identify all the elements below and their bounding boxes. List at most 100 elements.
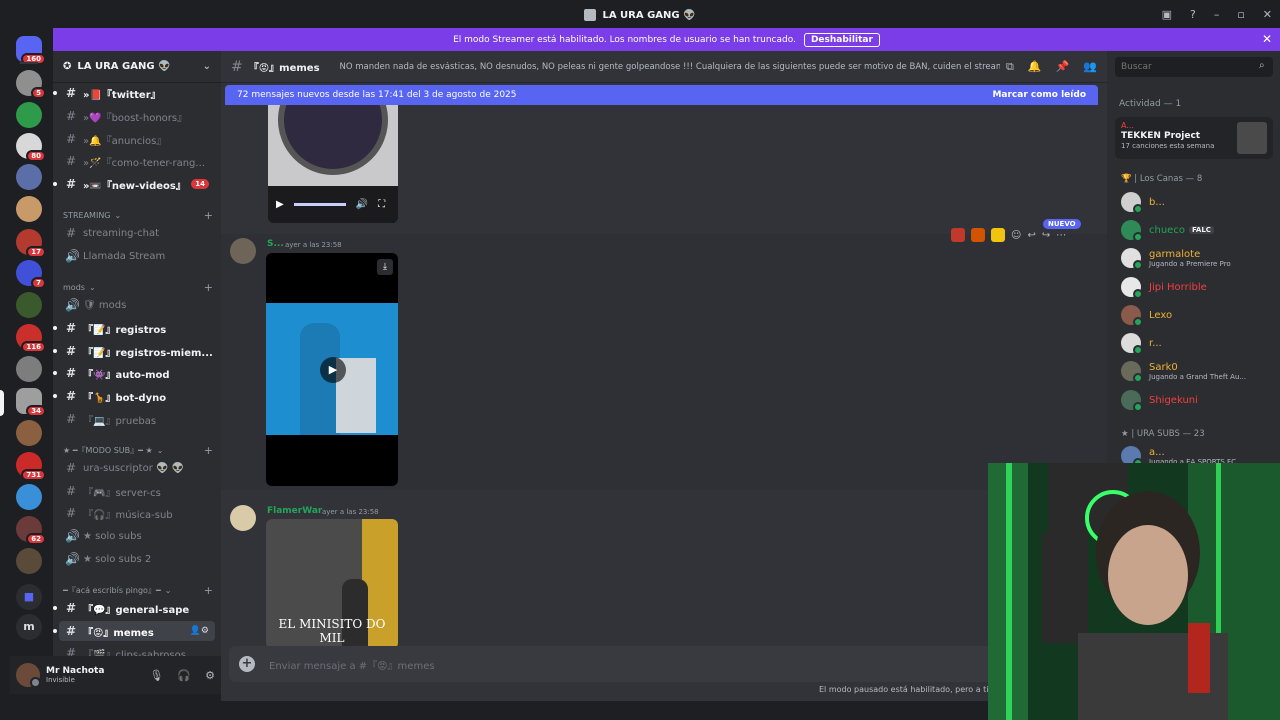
server-icon[interactable]	[16, 484, 42, 510]
invite-settings-icons[interactable]: 👤⚙	[190, 626, 209, 636]
channel-boost-honors[interactable]: # »💜『boost-honors』	[59, 106, 215, 126]
avatar[interactable]	[230, 238, 256, 264]
add-reaction-icon[interactable]: ☺	[1011, 230, 1021, 241]
folder-icon[interactable]: ■	[16, 584, 42, 610]
member-item[interactable]: chueco FALC	[1121, 218, 1271, 242]
member-list-icon[interactable]: 👥	[1083, 60, 1097, 74]
server-icon[interactable]	[16, 420, 42, 446]
server-icon[interactable]	[16, 102, 42, 128]
server-icon[interactable]: 80	[16, 133, 46, 162]
category-streaming[interactable]: STREAMING ⌄ +	[63, 209, 213, 222]
composer-placeholder[interactable]: Enviar mensaje a #『😡』memes	[269, 657, 435, 672]
channel-streaming-chat[interactable]: # streaming-chat	[59, 223, 215, 243]
add-channel-icon[interactable]: +	[204, 584, 213, 597]
play-icon[interactable]: ▶	[276, 199, 284, 210]
channel-registros[interactable]: # 『📝』registros	[53, 318, 215, 338]
server-icon[interactable]: 5	[16, 70, 46, 99]
message-author[interactable]: FlamerWar	[267, 506, 322, 516]
server-icon[interactable]	[16, 548, 42, 574]
category-aca-escribis[interactable]: ━『acá escribís pingo』━ ⌄ +	[63, 584, 213, 597]
channel-bot-dyno[interactable]: # 『🦒』bot-dyno	[53, 386, 215, 406]
video-attachment[interactable]: ⤓ ▶	[266, 253, 398, 486]
microphone-icon[interactable]: 🎙	[149, 669, 163, 682]
voice-channel-llamada[interactable]: 🔊 Llamada Stream	[59, 246, 215, 266]
mark-as-read-button[interactable]: Marcar como leído	[992, 90, 1086, 100]
avatar[interactable]	[230, 505, 256, 531]
category-modo-sub[interactable]: ★ ━『MODO SUB』━ ★ ⌄ +	[63, 444, 213, 457]
channel-memes[interactable]: # 『😡』memes 👤⚙	[53, 621, 215, 641]
member-item[interactable]: Lexo	[1121, 303, 1271, 327]
video-attachment[interactable]: ▶ 🔊 ⛶	[268, 105, 398, 223]
search-input[interactable]	[1115, 57, 1273, 77]
download-icon[interactable]: ⤓	[377, 259, 393, 275]
reaction-emoji[interactable]	[971, 228, 985, 242]
server-icon[interactable]	[16, 292, 42, 318]
help-icon[interactable]: ?	[1190, 8, 1196, 21]
channel-ura-suscriptor[interactable]: # ura-suscriptor 👽 👽	[59, 458, 215, 478]
server-icon[interactable]: 34	[16, 388, 46, 417]
threads-icon[interactable]: ⧉	[1006, 60, 1014, 74]
member-item[interactable]: Jipi Horrible	[1121, 275, 1271, 299]
more-icon[interactable]: ⋯	[1056, 230, 1066, 241]
channel-topic[interactable]: NO manden nada de esvásticas, NO desnudo…	[340, 62, 1000, 72]
member-item[interactable]: garmalote Jugando a Premiere Pro	[1121, 246, 1271, 270]
channel-pruebas[interactable]: # 『💻』pruebas	[59, 409, 215, 429]
member-item[interactable]: Sark0 Jugando a Grand Theft Au...	[1121, 359, 1271, 383]
server-header[interactable]: ✪ LA URA GANG 👽 ⌄	[53, 51, 221, 83]
voice-channel-mods[interactable]: 🔊 🛡 mods	[59, 295, 215, 315]
maximize-button[interactable]: ▫	[1237, 8, 1244, 21]
play-icon[interactable]: ▶	[320, 357, 346, 383]
inbox-icon[interactable]: ▣	[1162, 8, 1172, 21]
server-icon[interactable]: 116	[16, 324, 46, 353]
minimize-button[interactable]: –	[1214, 8, 1220, 21]
progress-bar[interactable]	[293, 203, 346, 206]
channel-twitter[interactable]: # »📕『twitter』	[53, 83, 215, 103]
channel-new-videos[interactable]: # »📼『new-videos』 14	[53, 174, 215, 194]
video-attachment[interactable]: EL MINISITO DO MIL	[266, 519, 398, 649]
voice-channel-solo-subs-2[interactable]: 🔊 ★ solo subs 2	[59, 549, 215, 569]
server-icon[interactable]	[16, 164, 42, 190]
voice-channel-solo-subs[interactable]: 🔊 ★ solo subs	[59, 526, 215, 546]
discord-home-icon[interactable]: 160	[16, 36, 46, 65]
volume-icon[interactable]: 🔊	[356, 199, 368, 210]
message-composer[interactable]: + Enviar mensaje a #『😡』memes 🎁	[229, 646, 1099, 682]
disable-streamer-button[interactable]: Deshabilitar	[803, 32, 880, 47]
server-letter-icon[interactable]: m	[16, 614, 42, 640]
headphones-icon[interactable]: 🎧	[177, 669, 191, 682]
channel-auto-mod[interactable]: # 『👾』auto-mod	[53, 363, 215, 383]
channel-como-tener-rango[interactable]: # »🪄『como-tener-rang...	[59, 151, 215, 171]
close-icon[interactable]: ✕	[1262, 32, 1272, 46]
add-attachment-icon[interactable]: +	[239, 656, 255, 672]
pin-icon[interactable]: 📌	[1056, 60, 1070, 74]
server-icon[interactable]	[16, 196, 42, 222]
activity-card[interactable]: A... TEKKEN Project 17 canciones esta se…	[1115, 117, 1273, 159]
fullscreen-icon[interactable]: ⛶	[378, 199, 385, 210]
avatar[interactable]	[16, 663, 41, 688]
category-mods[interactable]: mods ⌄ +	[63, 281, 213, 294]
gear-icon[interactable]: ⚙	[205, 669, 215, 682]
channel-anuncios[interactable]: # »🔔『anuncios』	[59, 129, 215, 149]
add-channel-icon[interactable]: +	[204, 444, 213, 457]
member-item[interactable]: Shigekuni	[1121, 388, 1271, 412]
server-icon[interactable]	[16, 356, 42, 382]
reply-icon[interactable]: ↩	[1027, 230, 1035, 241]
channel-registros-miembros[interactable]: # 『📝』registros-miem...	[53, 341, 215, 361]
member-item[interactable]: b...	[1121, 190, 1271, 214]
channel-server-cs[interactable]: # 『🎮』server-cs	[59, 481, 215, 501]
server-icon[interactable]: 7	[16, 260, 46, 289]
message-author[interactable]: S...	[267, 239, 284, 249]
add-channel-icon[interactable]: +	[204, 281, 213, 294]
reaction-emoji[interactable]	[951, 228, 965, 242]
channel-musica-sub[interactable]: # 『🎧』música-sub	[59, 503, 215, 523]
channel-general-sape[interactable]: # 『💬』general-sape	[53, 598, 215, 618]
bell-icon[interactable]: 🔔	[1028, 60, 1042, 74]
add-channel-icon[interactable]: +	[204, 209, 213, 222]
server-icon[interactable]: 731	[16, 452, 46, 481]
new-messages-bar[interactable]: 72 mensajes nuevos desde las 17:41 del 3…	[225, 85, 1098, 105]
server-icon[interactable]: 62	[16, 516, 46, 545]
reaction-emoji[interactable]	[991, 228, 1005, 242]
forward-icon[interactable]: ↪	[1042, 230, 1050, 241]
close-window-button[interactable]: ✕	[1263, 8, 1272, 21]
server-icon[interactable]: 17	[16, 229, 46, 258]
member-item[interactable]: r...	[1121, 331, 1271, 355]
